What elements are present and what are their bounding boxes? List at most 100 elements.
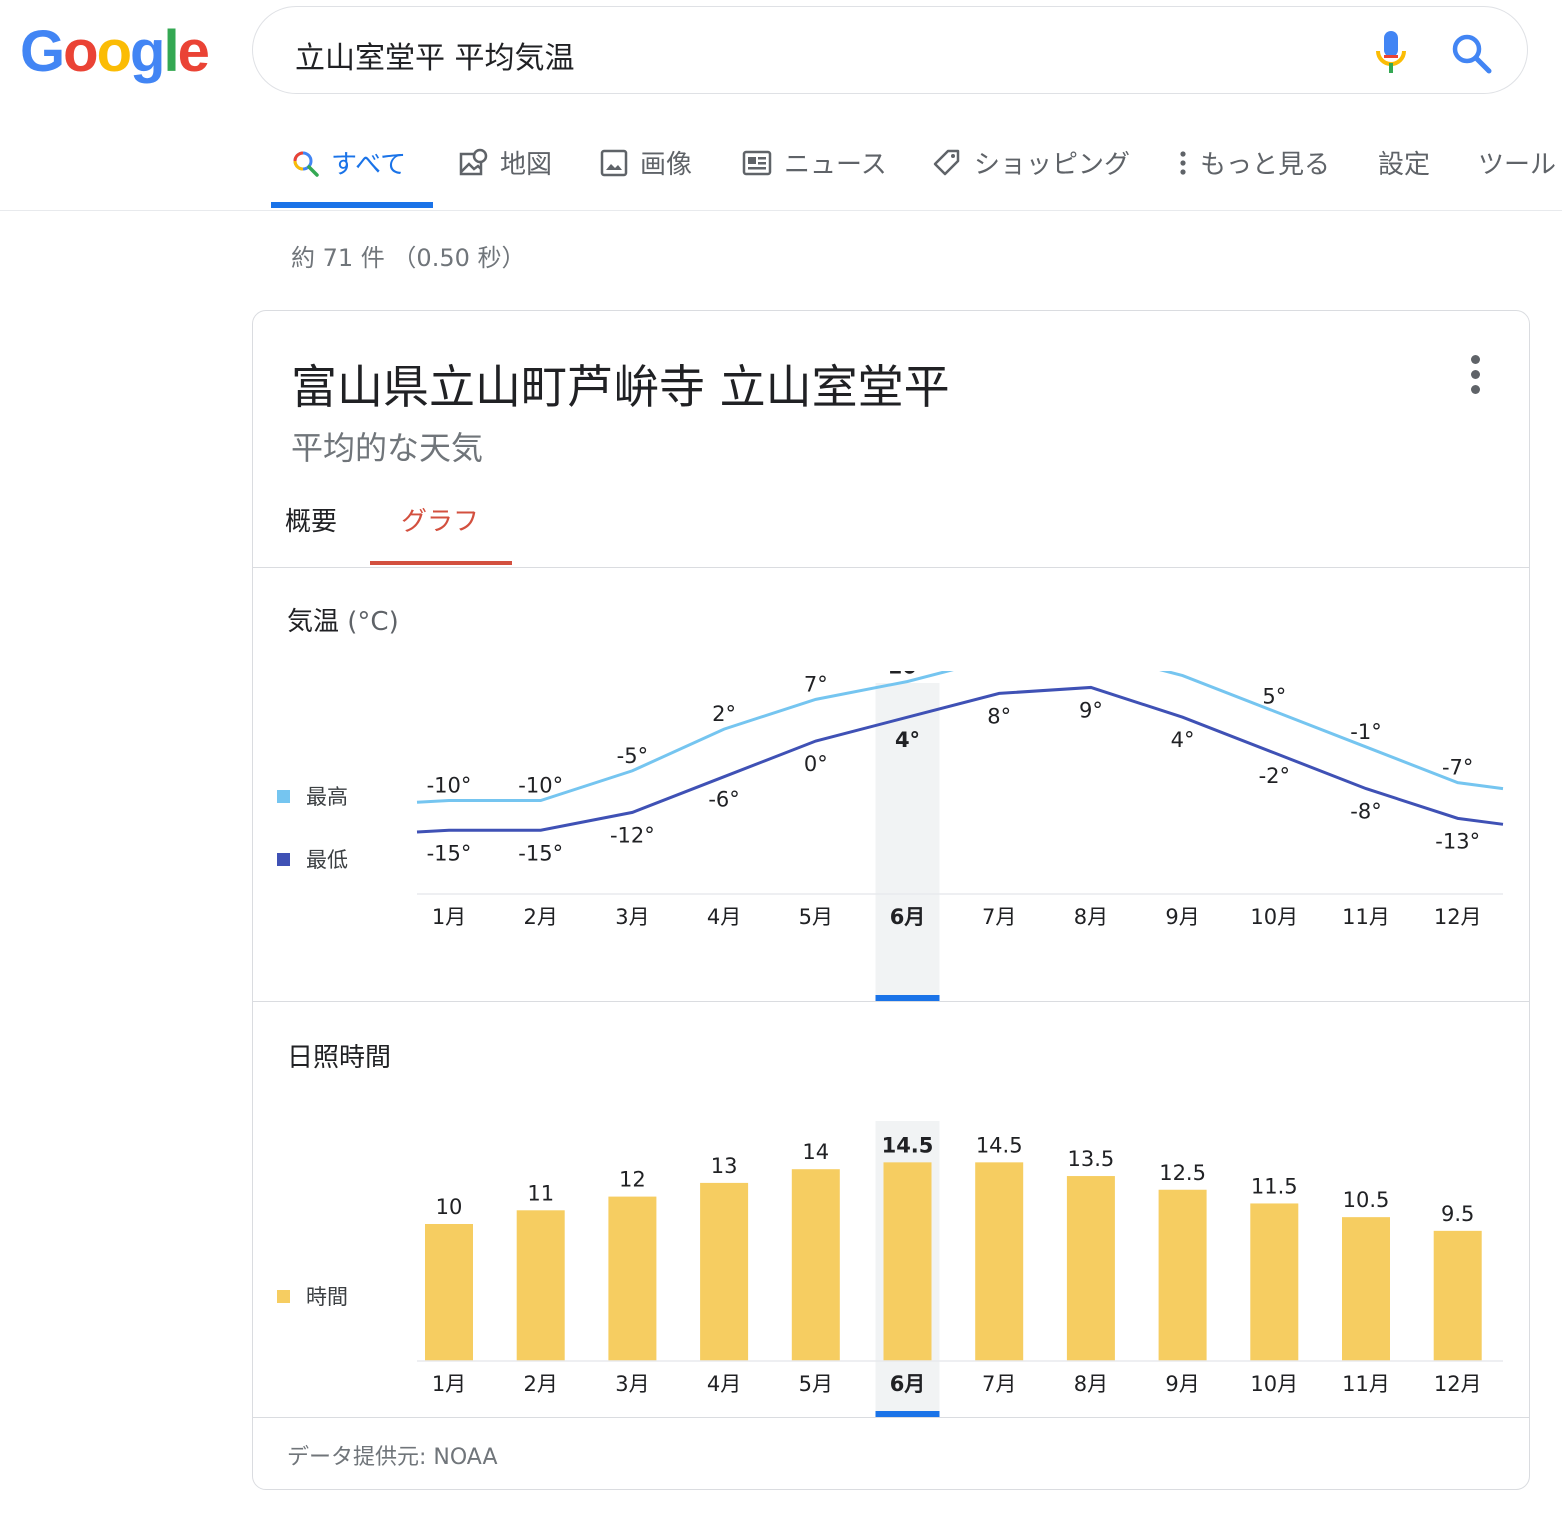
graph-tab-indicator [370,561,512,565]
bar-value-label: 12.5 [1159,1161,1206,1185]
tag-icon [933,149,960,175]
bar-value-label: 14 [802,1140,829,1164]
high-temp-label: -1° [1350,720,1381,744]
result-stats: 約 71 件 （0.50 秒） [291,244,526,272]
low-temp-label: -2° [1259,764,1290,788]
google-logo[interactable]: Google [20,18,210,85]
bar-value-label: 11 [527,1181,554,1205]
tab-maps[interactable]: 地図 [458,144,552,181]
temperature-label: 気温 [287,607,340,637]
low-temp-label: 9° [1079,698,1103,722]
high-temp-label: -10° [427,774,472,798]
bar-value-label: 13.5 [1068,1147,1115,1171]
low-temp-label: -12° [610,823,655,847]
tab-news[interactable]: ニュース [742,144,887,181]
sunshine-bar [425,1224,473,1361]
month-tick-label: 12月 [1434,905,1482,929]
search-input[interactable]: 立山室堂平 平均気温 [295,33,575,77]
high-temp-label: 7° [804,672,828,696]
sunshine-bar [1158,1189,1207,1361]
high-temp-label: 11° [1164,671,1201,673]
tab-tools[interactable]: ツール [1478,144,1556,181]
logo-letter: o [96,19,132,84]
month-tick-label: 8月 [1074,905,1108,929]
logo-letter: l [163,19,179,84]
month-tick-label: 1月 [432,1372,466,1396]
sunshine-bar [1342,1217,1390,1361]
month-tick-label: 4月 [707,905,741,929]
low-temp-line [416,685,1504,834]
microphone-icon[interactable] [1371,29,1411,75]
logo-letter: G [20,19,65,84]
map-icon [459,148,488,175]
bar-value-label: 9.5 [1441,1202,1474,1226]
more-vert-icon [1180,150,1186,175]
search-icon[interactable] [1449,31,1493,75]
bar-value-label: 12 [619,1168,646,1192]
sunshine-bar [608,1196,657,1361]
tab-label: すべて [331,150,407,180]
temperature-chart: -10°-10°-5°2°7°10°14°15°11°5°-1°-7°-15°-… [416,671,1504,1001]
high-temp-label: -5° [617,744,648,768]
tab-label: 設定 [1378,150,1431,180]
low-temp-label: -8° [1350,800,1381,824]
month-tick-label: 7月 [982,1372,1016,1396]
sunshine-bar [975,1162,1024,1361]
sunshine-bar [1433,1230,1482,1361]
low-temp-label: 8° [987,704,1011,728]
month-tick-label: 11月 [1342,905,1390,929]
tab-overview[interactable]: 概要 [285,501,337,538]
bar-value-label: 10 [436,1195,463,1219]
divider [253,567,1529,568]
sunshine-bar [516,1210,565,1361]
high-temp-label: -7° [1442,756,1473,780]
logo-letter: g [130,19,165,84]
tab-label: 画像 [640,150,693,180]
search-icon [293,151,319,177]
tab-images[interactable]: 画像 [600,144,692,181]
search-tabs: すべて 地図 画像 ニュース ショッピング もっと見る 設定 ツール [0,100,1562,211]
high-temp-label: 2° [712,702,736,726]
search-box[interactable]: 立山室堂平 平均気温 [252,6,1528,94]
low-temp-label: 0° [804,752,828,776]
divider [253,1417,1529,1418]
sunshine-title: 日照時間 [287,1043,392,1073]
month-tick-label: 10月 [1250,905,1298,929]
month-tick-label: 3月 [615,905,649,929]
sunshine-chart: 10 11 12 13 14 14.5 14.5 13.5 12.5 11.5 10.5 9.5 1月 2… [417,1121,1503,1417]
month-tick-label: 4月 [707,1372,741,1396]
tab-more[interactable]: もっと見る [1178,144,1330,181]
month-tick-label: 5月 [799,1372,833,1396]
month-tick-label: 2月 [524,1372,558,1396]
data-source: データ提供元: NOAA [287,1445,498,1470]
image-icon [600,149,628,176]
sunshine-bar [1066,1176,1115,1361]
active-tab-indicator [271,202,433,208]
bar-value-label: 14.5 [882,1133,934,1157]
temperature-unit: (°C) [347,607,399,637]
tab-label: ツール [1478,150,1557,180]
low-temp-label: -15° [518,841,563,865]
high-temp-label: 5° [1262,684,1286,708]
tab-graph[interactable]: グラフ [401,501,479,538]
month-tick-label: 11月 [1342,1372,1390,1396]
tab-shopping[interactable]: ショッピング [932,144,1130,181]
divider [253,1001,1529,1002]
month-tick-label: 8月 [1074,1372,1108,1396]
month-tick-label: 9月 [1165,1372,1199,1396]
month-tick-label: 12月 [1434,1372,1482,1396]
tab-all[interactable]: すべて [291,144,406,181]
card-subtitle: 平均的な天気 [291,429,484,467]
month-tick-label: 10月 [1250,1372,1298,1396]
weather-card: 富山県立山町芦峅寺 立山室堂平 平均的な天気 概要 グラフ 気温 (°C) 最高… [252,310,1530,1490]
sunshine-bar [700,1182,749,1361]
tab-label: もっと見る [1200,150,1331,180]
more-options-icon[interactable] [1471,355,1481,400]
tab-label: ニュース [784,150,887,180]
month-tick-label: 9月 [1165,905,1199,929]
tab-settings[interactable]: 設定 [1378,144,1430,181]
bar-value-label: 10.5 [1343,1188,1390,1212]
low-temp-label: 4° [895,728,920,752]
bar-value-label: 14.5 [976,1133,1023,1157]
high-temp-line [416,671,1504,804]
